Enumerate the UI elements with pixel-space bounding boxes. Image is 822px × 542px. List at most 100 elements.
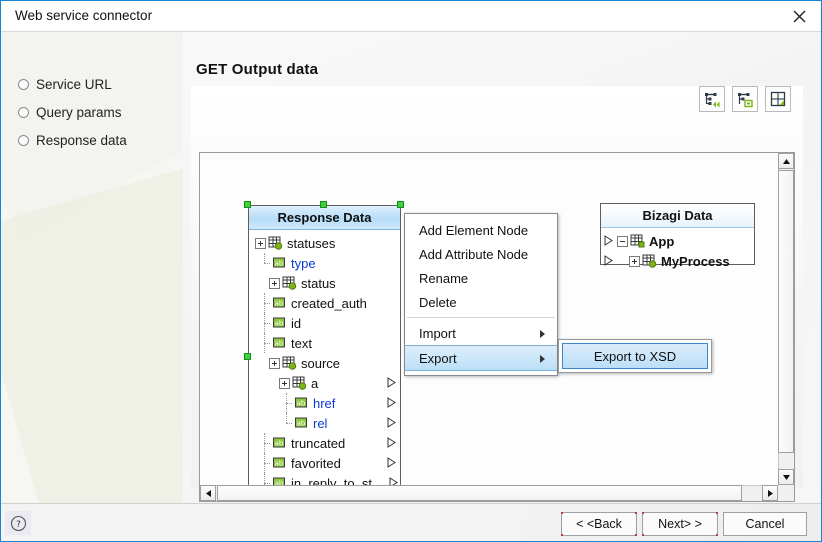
main-content: GET Output data Response Data statuses a…	[183, 32, 821, 504]
back-button[interactable]: < <Back	[561, 512, 637, 536]
menu-item-add-attribute-node[interactable]: Add Attribute Node	[405, 242, 557, 266]
bizagi-data-node-title: Bizagi Data	[601, 204, 754, 228]
tree-row[interactable]: statuses	[249, 233, 400, 253]
tree-row[interactable]: a	[249, 373, 400, 393]
tree-row[interactable]: ab truncated	[249, 433, 400, 453]
tree-guide	[259, 253, 270, 273]
tree-row[interactable]: ab favorited	[249, 453, 400, 473]
cancel-button[interactable]: Cancel	[723, 512, 807, 536]
tree-row[interactable]: ab href	[249, 393, 400, 413]
svg-text:ab: ab	[275, 339, 284, 347]
selection-handle-top-left[interactable]	[244, 201, 251, 208]
svg-text:ab: ab	[297, 419, 306, 427]
selection-handle-top-center[interactable]	[320, 201, 327, 208]
svg-text:ab: ab	[297, 399, 306, 407]
tree-row[interactable]: ab text	[249, 333, 400, 353]
chevron-right-icon	[540, 355, 545, 363]
response-data-node-title: Response Data	[249, 206, 400, 230]
tree-row[interactable]: status	[249, 273, 400, 293]
connector-arrow-icon[interactable]	[387, 376, 396, 391]
menu-item-rename[interactable]: Rename	[405, 266, 557, 290]
selection-handle-middle-left[interactable]	[244, 353, 251, 360]
step-bullet-icon	[18, 134, 29, 146]
tree-row-label: truncated	[291, 435, 346, 451]
attribute-node-icon: ab	[272, 296, 287, 310]
mapper-panel: Response Data statuses ab type status ab…	[191, 86, 803, 502]
diagram-canvas[interactable]: Response Data statuses ab type status ab…	[200, 153, 778, 485]
menu-item-delete[interactable]: Delete	[405, 290, 557, 314]
connector-arrow-icon[interactable]	[389, 476, 398, 485]
horizontal-scroll-thumb[interactable]	[217, 485, 742, 501]
tree-row[interactable]: ab type	[249, 253, 400, 273]
diagram-canvas-container: Response Data statuses ab type status ab…	[199, 152, 795, 502]
expander-icon[interactable]	[279, 377, 290, 389]
menu-item-import[interactable]: Import	[405, 321, 557, 345]
response-data-node[interactable]: Response Data statuses ab type status ab…	[248, 205, 401, 485]
sidebar-item-label: Query params	[36, 104, 122, 120]
step-bullet-icon	[18, 106, 29, 118]
tree-row[interactable]: MyProcess	[601, 251, 754, 271]
svg-text:?: ?	[16, 520, 21, 530]
sidebar-item-response-data[interactable]: Response data	[1, 126, 183, 154]
sidebar-item-label: Response data	[36, 132, 127, 148]
expander-icon[interactable]	[269, 277, 280, 289]
tree-row[interactable]: ab id	[249, 313, 400, 333]
canvas-vertical-scrollbar[interactable]	[778, 153, 794, 485]
svg-text:ab: ab	[275, 319, 284, 327]
page-title: GET Output data	[196, 61, 319, 78]
tree-row-label: in_reply_to_st..	[291, 475, 380, 486]
tree-row-label: a	[311, 375, 319, 391]
bizagi-data-node[interactable]: Bizagi Data App MyProcess	[600, 203, 755, 269]
tree-guide	[259, 453, 270, 473]
sidebar-item-query-params[interactable]: Query params	[1, 98, 183, 126]
tree-guide	[259, 313, 270, 333]
attribute-node-icon: ab	[272, 456, 287, 470]
expander-icon[interactable]	[269, 357, 280, 369]
tree-row[interactable]: App	[601, 231, 754, 251]
expander-icon[interactable]	[617, 235, 628, 247]
scroll-right-button[interactable]	[762, 485, 778, 501]
back-button-label: < <Back	[576, 517, 622, 531]
menu-item-export-to-xsd[interactable]: Export to XSD	[562, 343, 708, 369]
tree-row[interactable]: source	[249, 353, 400, 373]
menu-item-label: Export	[419, 350, 457, 366]
selection-handle-top-right[interactable]	[397, 201, 404, 208]
menu-item-label: Import	[419, 325, 456, 341]
svg-text:ab: ab	[275, 259, 284, 267]
scrollbar-corner	[778, 485, 794, 501]
tree-row[interactable]: ab rel	[249, 413, 400, 433]
tree-row[interactable]: ab created_auth	[249, 293, 400, 313]
next-button[interactable]: Next> >	[642, 512, 718, 536]
tree-guide	[259, 333, 270, 353]
tree-row-label: id	[291, 315, 302, 331]
tree-row-label: created_auth	[291, 295, 367, 311]
menu-item-label: Delete	[419, 294, 457, 310]
tree-row-label: MyProcess	[661, 253, 730, 269]
element-node-icon	[642, 254, 657, 268]
fit-to-window-icon[interactable]	[765, 86, 791, 112]
tree-row[interactable]: ab in_reply_to_st..	[249, 473, 400, 485]
help-button[interactable]: ?	[5, 511, 31, 535]
connector-arrow-icon[interactable]	[387, 396, 396, 411]
vertical-scroll-thumb[interactable]	[778, 170, 794, 453]
connector-arrow-icon[interactable]	[604, 234, 613, 249]
scroll-down-button[interactable]	[778, 469, 794, 485]
node-properties-icon[interactable]	[732, 86, 758, 112]
expander-icon[interactable]	[255, 237, 266, 249]
scroll-up-button[interactable]	[778, 153, 794, 169]
close-icon[interactable]	[777, 1, 821, 31]
scroll-left-button[interactable]	[200, 485, 216, 501]
canvas-horizontal-scrollbar[interactable]	[200, 485, 778, 501]
expander-icon[interactable]	[629, 255, 640, 267]
connector-arrow-icon[interactable]	[387, 436, 396, 451]
connector-arrow-icon[interactable]	[387, 456, 396, 471]
tree-guide	[281, 413, 292, 433]
connector-arrow-icon[interactable]	[604, 254, 613, 269]
menu-item-add-element-node[interactable]: Add Element Node	[405, 218, 557, 242]
element-node-icon	[268, 236, 283, 250]
cancel-button-label: Cancel	[745, 517, 785, 531]
auto-layout-icon[interactable]	[699, 86, 725, 112]
connector-arrow-icon[interactable]	[387, 416, 396, 431]
sidebar-item-service-url[interactable]: Service URL	[1, 70, 183, 98]
menu-item-export[interactable]: Export	[405, 345, 557, 371]
